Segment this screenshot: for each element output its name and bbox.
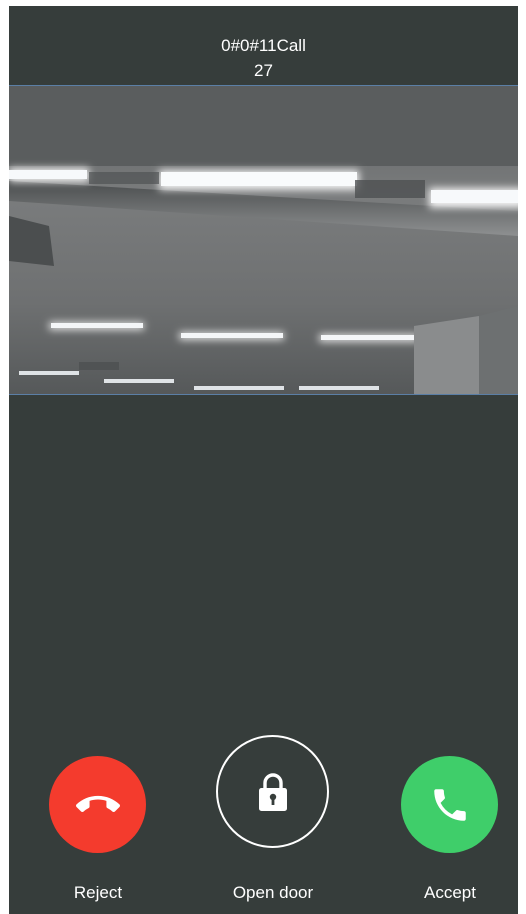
accept-button[interactable] (401, 756, 498, 853)
open-door-button[interactable] (216, 735, 329, 848)
caller-id: 0#0#11Call (221, 36, 306, 55)
lock-icon (258, 772, 287, 811)
call-timer: 27 (254, 61, 273, 80)
accept-label: Accept (424, 883, 476, 902)
video-feed (9, 85, 518, 395)
intercom-call-screen: 0#0#11Call 27 Reject Open door Accept (9, 6, 518, 914)
phone-icon (433, 788, 466, 821)
camera-image (9, 86, 518, 394)
hang-up-icon (75, 795, 120, 812)
reject-button[interactable] (49, 756, 146, 853)
reject-label: Reject (73, 883, 123, 902)
open-door-label: Open door (232, 883, 314, 902)
